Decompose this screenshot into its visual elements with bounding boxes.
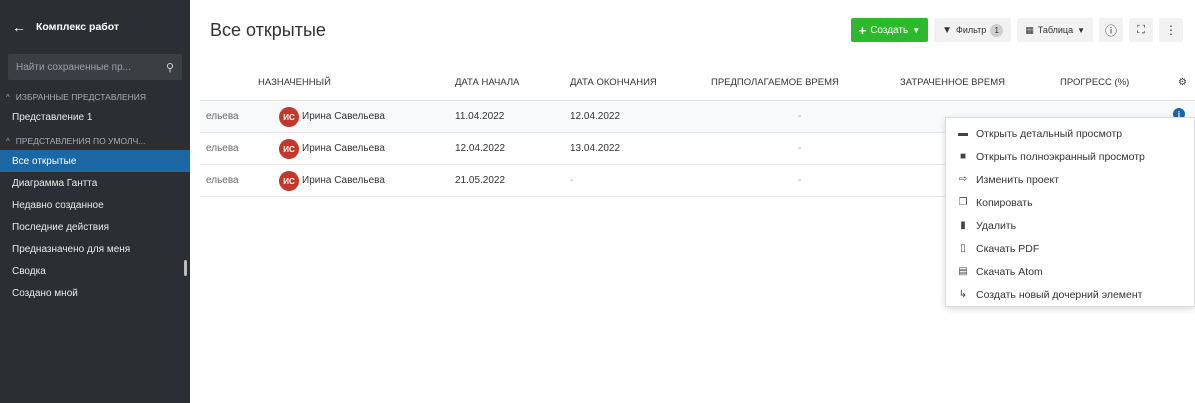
sidebar-title: Комплекс работ — [36, 21, 120, 33]
column-end-date[interactable]: ДАТА ОКОНЧАНИЯ — [570, 77, 657, 88]
menu-delete[interactable]: ▮ Удалить — [946, 214, 1194, 237]
filter-icon: ▼ — [942, 24, 953, 36]
caret-down-icon: ▼ — [1077, 25, 1085, 35]
menu-copy[interactable]: ❐ Копировать — [946, 191, 1194, 214]
menu-open-fullscreen[interactable]: ■ Открыть полноэкранный просмотр — [946, 145, 1194, 168]
row-context-menu: ▬ Открыть детальный просмотр ■ Открыть п… — [945, 117, 1195, 307]
avatar: ИС — [279, 171, 299, 191]
sidebar-item-view-1[interactable]: Представление 1 — [0, 106, 190, 128]
menu-label: Скачать PDF — [976, 242, 1040, 255]
assignee-cell[interactable]: Ирина Савельева — [302, 175, 385, 186]
pdf-file-icon: ▯ — [960, 243, 966, 254]
back-arrow-icon[interactable]: ← — [12, 19, 26, 35]
table-header: НАЗНАЧЕННЫЙ ДАТА НАЧАЛА ДАТА ОКОНЧАНИЯ П… — [200, 65, 1195, 101]
sidebar: ← Комплекс работ Найти сохраненные пр...… — [0, 0, 190, 403]
column-settings-icon[interactable]: ⚙ — [1178, 77, 1187, 88]
column-estimated-time[interactable]: ПРЕДПОЛАГАЕМОЕ ВРЕМЯ — [711, 77, 839, 88]
toolbar: + Создать ▼ ▼ Фильтр 1 ▦ Таблица ▼ ⓘ ⛶ ⋮ — [850, 18, 1183, 42]
view-mode-label: Таблица — [1037, 25, 1074, 35]
column-assignee[interactable]: НАЗНАЧЕННЫЙ — [258, 77, 331, 88]
estimated-time-cell[interactable]: - — [798, 143, 801, 154]
search-icon[interactable]: ⚲ — [166, 61, 174, 74]
plus-icon: + — [858, 22, 867, 38]
saved-views-search[interactable]: Найти сохраненные пр... ⚲ — [8, 54, 182, 80]
author-cell: ельева — [206, 175, 239, 186]
view-mode-button[interactable]: ▦ Таблица ▼ — [1017, 18, 1093, 42]
author-cell: ельева — [206, 143, 239, 154]
start-date-cell[interactable]: 12.04.2022 — [455, 143, 505, 154]
sidebar-item-latest-activity[interactable]: Последние действия — [0, 216, 190, 238]
menu-label: Удалить — [976, 219, 1017, 232]
section-label: ПРЕДСТАВЛЕНИЯ ПО УМОЛЧ... — [15, 136, 146, 146]
menu-label: Открыть полноэкранный просмотр — [976, 150, 1145, 163]
end-date-cell[interactable]: 13.04.2022 — [570, 143, 620, 154]
create-label: Создать — [870, 24, 909, 36]
child-element-icon: ↳ — [958, 289, 968, 300]
sidebar-item-recently-created[interactable]: Недавно созданное — [0, 194, 190, 216]
estimated-time-cell[interactable]: - — [798, 111, 801, 122]
section-label: ИЗБРАННЫЕ ПРЕДСТАВЛЕНИЯ — [15, 92, 147, 102]
avatar: ИС — [279, 139, 299, 159]
filter-count-badge: 1 — [990, 23, 1004, 37]
menu-download-atom[interactable]: ▤ Скачать Atom — [946, 260, 1194, 283]
start-date-cell[interactable]: 21.05.2022 — [455, 175, 505, 186]
table-icon: ▦ — [1025, 24, 1034, 35]
column-start-date[interactable]: ДАТА НАЧАЛА — [455, 77, 519, 88]
avatar: ИС — [279, 107, 299, 127]
assignee-cell[interactable]: Ирина Савельева — [302, 111, 385, 122]
sidebar-item-all-open[interactable]: Все открытые — [0, 150, 190, 172]
column-spent-time[interactable]: ЗАТРАЧЕННОЕ ВРЕМЯ — [900, 77, 1005, 88]
chevron-up-icon: ^ — [6, 136, 10, 146]
page-title: Все открытые — [210, 20, 326, 40]
copy-icon: ❐ — [958, 197, 968, 208]
end-date-cell[interactable]: 12.04.2022 — [570, 111, 620, 122]
menu-label: Создать новый дочерний элемент — [976, 288, 1143, 301]
create-button[interactable]: + Создать ▼ — [850, 18, 929, 42]
fullscreen-icon[interactable]: ⛶ — [1129, 18, 1153, 42]
section-default-views[interactable]: ^ ПРЕДСТАВЛЕНИЯ ПО УМОЛЧ... — [0, 132, 190, 150]
menu-create-child[interactable]: ↳ Создать новый дочерний элемент — [946, 283, 1194, 306]
details-view-icon: ▬ — [958, 128, 968, 139]
sidebar-item-assigned-to-me[interactable]: Предназначено для меня — [0, 238, 190, 260]
menu-download-pdf[interactable]: ▯ Скачать PDF — [946, 237, 1194, 260]
author-cell: ельева — [206, 111, 239, 122]
menu-change-project[interactable]: ⇨ Изменить проект — [946, 168, 1194, 191]
info-icon[interactable]: ⓘ — [1099, 18, 1123, 42]
start-date-cell[interactable]: 11.04.2022 — [455, 111, 504, 122]
column-progress[interactable]: ПРОГРЕСС (%) — [1060, 77, 1129, 88]
sidebar-item-summary[interactable]: Сводка — [0, 260, 190, 282]
menu-open-details[interactable]: ▬ Открыть детальный просмотр — [946, 122, 1194, 145]
sidebar-item-gantt[interactable]: Диаграмма Гантта — [0, 172, 190, 194]
menu-label: Открыть детальный просмотр — [976, 127, 1123, 140]
sidebar-item-created-by-me[interactable]: Создано мной — [0, 282, 190, 304]
menu-label: Скачать Atom — [976, 265, 1043, 278]
delete-icon: ▮ — [960, 220, 966, 231]
fullscreen-view-icon: ■ — [959, 151, 967, 162]
more-menu-icon[interactable]: ⋮ — [1159, 18, 1183, 42]
move-project-icon: ⇨ — [958, 174, 968, 185]
sidebar-header: ← Комплекс работ — [0, 0, 190, 54]
filter-button[interactable]: ▼ Фильтр 1 — [934, 18, 1012, 42]
atom-file-icon: ▤ — [958, 266, 968, 277]
menu-label: Копировать — [976, 196, 1033, 209]
assignee-cell[interactable]: Ирина Савельева — [302, 143, 385, 154]
end-date-cell[interactable]: - — [570, 175, 573, 186]
section-favorite-views[interactable]: ^ ИЗБРАННЫЕ ПРЕДСТАВЛЕНИЯ — [0, 88, 190, 106]
sidebar-scrollbar[interactable] — [184, 260, 187, 276]
caret-down-icon: ▼ — [912, 25, 921, 35]
search-placeholder: Найти сохраненные пр... — [16, 61, 131, 73]
estimated-time-cell[interactable]: - — [798, 175, 801, 186]
menu-label: Изменить проект — [976, 173, 1060, 186]
chevron-up-icon: ^ — [6, 92, 10, 102]
filter-label: Фильтр — [956, 25, 987, 35]
